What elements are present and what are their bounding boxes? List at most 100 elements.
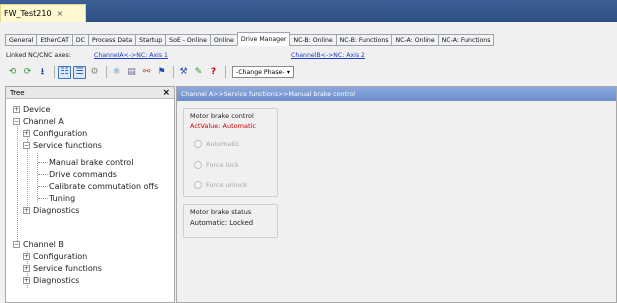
radio-force-unlock[interactable]: Force unlock [194,181,247,189]
radio-label: Force lock [206,161,239,169]
tree-node-channel-a[interactable]: − Channel A [13,116,64,126]
settings-icon[interactable]: ⚙ [88,66,101,79]
tree-panel: Tree × + Device − Channel A + Configurat… [5,86,175,303]
change-phase-value: -Change Phase- [236,68,285,76]
tree-node-channel-b[interactable]: − Channel B [13,239,64,249]
toolbar: ⟲ ⟳ ⭳ ☷ ☰ ⚙ ⚛ ▤ ⚯ ⚑ ⚒ ✎ ? -Change Phase-… [6,64,611,80]
expand-icon[interactable]: + [23,276,30,284]
tree-node-service-functions-a[interactable]: − Service functions [23,140,102,150]
tab-dc[interactable]: DC [71,34,89,46]
radio-force-lock[interactable]: Force lock [194,161,239,169]
radio-label: Automatic [206,140,240,148]
tab-online[interactable]: Online [209,34,238,46]
tree-node-label: Configuration [33,251,88,261]
tab-nc-a-functions[interactable]: NC-A: Functions [437,34,495,46]
tree-node-label: Channel A [23,116,64,126]
wrench-icon[interactable]: ✎ [192,66,205,79]
tree-view-icon[interactable]: ☷ [58,65,71,79]
list-view-icon[interactable]: ☰ [73,65,86,79]
document-bar: FW_Test210 × [0,0,617,22]
brake-status-group: Motor brake status Automatic: Locked [183,204,278,238]
tree-header: Tree × [6,87,174,99]
tree-connector [38,174,48,175]
tree-node-label: Drive commands [49,169,117,179]
close-icon[interactable]: × [57,9,64,18]
brake-status-title: Motor brake status [190,208,252,216]
expand-icon[interactable]: + [23,264,30,272]
radio-label: Force unlock [206,181,248,189]
plug-icon[interactable]: ⚑ [155,66,168,79]
tree-node-label: Configuration [33,128,88,138]
tree-node-label: Service functions [33,263,102,273]
tab-drive-manager[interactable]: Drive Manager [236,32,291,46]
link-channel-b-axis[interactable]: ChannelB<->NC: Axis 2 [291,52,365,59]
tab-ethercat[interactable]: EtherCAT [36,34,73,46]
brake-status-value: Automatic: Locked [190,219,254,227]
tree-node-calibrate-commutation[interactable]: Calibrate commutation offs [49,181,158,191]
close-icon[interactable]: × [162,88,170,98]
tree-connector [37,153,38,202]
chevron-down-icon: ▾ [286,68,290,76]
expand-icon[interactable]: + [23,129,30,137]
grid-icon[interactable]: ▤ [125,66,138,79]
linked-axes-row: Linked NC/CNC axes: ChannelA<->NC: Axis … [6,50,606,60]
refresh-all-icon[interactable]: ⟳ [21,66,34,79]
brake-control-title: Motor brake control [190,112,254,120]
tree-title: Tree [10,88,25,97]
tab-nc-b-functions[interactable]: NC-B: Functions [335,34,393,46]
tree-node-tuning[interactable]: Tuning [49,193,75,203]
radio-circle-icon [194,161,202,169]
collapse-icon[interactable]: − [23,141,30,149]
tree-node-label: Diagnostics [33,275,80,285]
expand-icon[interactable]: + [23,252,30,260]
property-tabs: General EtherCAT DC Process Data Startup… [5,32,495,46]
document-tab[interactable]: FW_Test210 × [0,4,86,22]
tab-general[interactable]: General [5,34,38,46]
tree-node-label: Device [23,104,51,114]
chart-icon[interactable]: ⚯ [140,66,153,79]
collapse-icon[interactable]: − [13,117,20,125]
tree-node-diagnostics-a[interactable]: + Diagnostics [23,205,79,215]
tab-startup[interactable]: Startup [135,34,167,46]
link-channel-a-axis[interactable]: ChannelA<->NC: Axis 1 [94,52,168,59]
main-header: Channel A>>Service functions>>Manual bra… [177,87,616,101]
radio-automatic[interactable]: Automatic [194,140,239,148]
network-icon[interactable]: ⚛ [110,66,123,79]
tree-node-diagnostics-b[interactable]: + Diagnostics [23,275,79,285]
tree-node-label: Manual brake control [49,157,134,167]
tree-connector [38,186,48,187]
tree-node-configuration-a[interactable]: + Configuration [23,128,87,138]
tree-node-label: Tuning [49,193,76,203]
tab-nc-a-online[interactable]: NC-A: Online [391,34,439,46]
collapse-icon[interactable]: − [13,240,20,248]
help-icon[interactable]: ? [207,66,220,79]
download-icon[interactable]: ⭳ [36,66,49,79]
toolbar-separator [106,66,107,78]
radio-circle-icon [194,140,202,148]
tree-connector [38,198,48,199]
toolbar-separator [225,66,226,78]
tab-nc-b-online[interactable]: NC-B: Online [289,34,337,46]
tab-process-data[interactable]: Process Data [87,34,137,46]
tree-node-service-functions-b[interactable]: + Service functions [23,263,102,273]
tree-node-drive-commands[interactable]: Drive commands [49,169,117,179]
expand-icon[interactable]: + [13,105,20,113]
tree-node-label: Service functions [33,140,102,150]
expand-icon[interactable]: + [23,206,30,214]
tree-connector [17,118,18,241]
tree-node-label: Calibrate commutation offs [49,181,159,191]
toolbar-separator [54,66,55,78]
tab-soe-online[interactable]: SoE - Online [165,34,211,46]
tree-node-manual-brake-control[interactable]: Manual brake control [49,157,133,167]
tree-node-configuration-b[interactable]: + Configuration [23,251,87,261]
radio-circle-icon [194,181,202,189]
tools-icon[interactable]: ⚒ [177,66,190,79]
refresh-icon[interactable]: ⟲ [6,66,19,79]
tree-node-device[interactable]: + Device [13,104,50,114]
document-tab-title: FW_Test210 [4,9,52,18]
tree-node-label: Channel B [23,239,64,249]
main-panel: Channel A>>Service functions>>Manual bra… [176,86,617,303]
tree-connector [38,162,48,163]
change-phase-select[interactable]: -Change Phase- ▾ [232,66,294,78]
linked-axes-label: Linked NC/CNC axes: [6,51,71,59]
